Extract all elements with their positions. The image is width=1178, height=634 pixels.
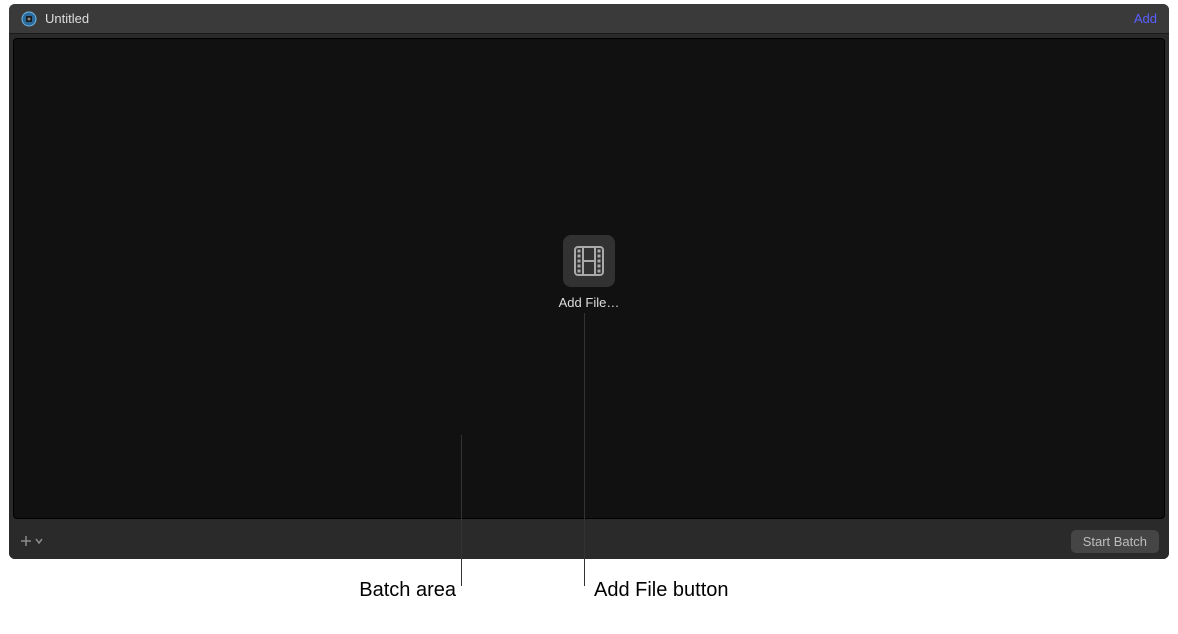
add-file-label: Add File…	[559, 295, 620, 310]
callout-batch-area: Batch area	[328, 579, 456, 602]
film-icon	[563, 235, 615, 287]
add-button[interactable]: Add	[1134, 11, 1157, 26]
batch-title: Untitled	[45, 11, 1134, 26]
plus-icon	[19, 534, 33, 548]
add-file-button[interactable]: Add File…	[559, 235, 620, 310]
start-batch-button[interactable]: Start Batch	[1071, 530, 1159, 553]
chevron-down-icon	[35, 537, 43, 545]
header-bar: Untitled Add	[9, 4, 1169, 34]
add-dropdown-button[interactable]	[19, 534, 43, 548]
footer-bar: Start Batch	[9, 523, 1169, 559]
batch-area[interactable]: Add File…	[13, 38, 1165, 519]
callout-add-file: Add File button	[594, 579, 729, 602]
app-icon	[21, 11, 37, 27]
app-window: Untitled Add	[9, 4, 1169, 559]
